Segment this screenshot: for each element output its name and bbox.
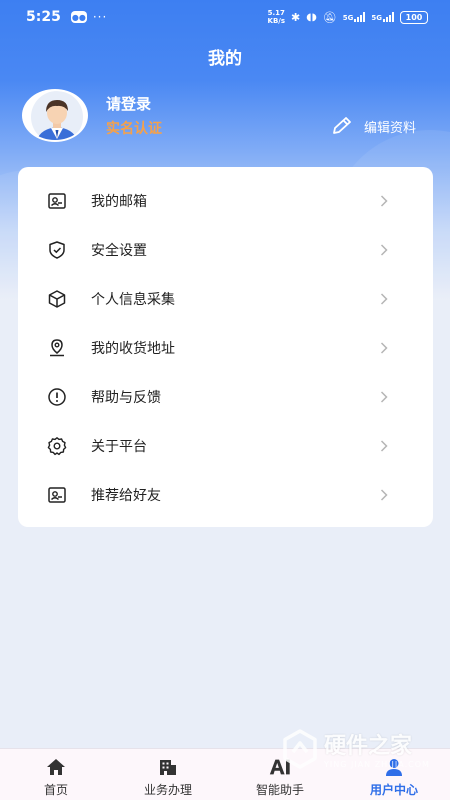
tab-business[interactable]: 业务办理 (112, 749, 224, 800)
menu-item-label: 推荐给好友 (91, 487, 161, 504)
status-time: 5:25 (26, 9, 61, 25)
menu-item-security[interactable]: 安全设置 (18, 225, 433, 274)
mailbox-icon (46, 190, 68, 212)
menu-item-help-feedback[interactable]: 帮助与反馈 (18, 372, 433, 421)
mute-icon: 🔕︎ (322, 10, 337, 24)
tab-label: 用户中心 (369, 783, 418, 797)
battery-icon: 100 (400, 10, 428, 24)
user-card-icon (46, 484, 68, 506)
box-icon (46, 288, 68, 310)
menu-item-label: 我的邮箱 (91, 193, 147, 210)
menu-item-label: 关于平台 (91, 438, 147, 455)
menu-item-shipping-address[interactable]: 我的收货地址 (18, 323, 433, 372)
menu-item-label: 安全设置 (91, 242, 147, 259)
shield-check-icon (46, 239, 68, 261)
network-speed-unit: KB/s (267, 17, 286, 25)
exclamation-circle-icon (46, 386, 68, 408)
login-link[interactable]: 请登录 (106, 93, 151, 114)
edit-profile-label: 编辑资料 (364, 120, 417, 136)
bluetooth-icon: ✱ (291, 10, 301, 24)
pencil-icon (333, 117, 351, 134)
chevron-right-icon (378, 194, 390, 207)
home-icon (44, 756, 68, 778)
menu-card: 我的邮箱 安全设置 个人信息采集 我的收货地址 帮助与反馈 关于平台 推荐给好友 (18, 167, 433, 527)
tab-label: 业务办理 (143, 783, 192, 797)
network-speed-value: 5.17 (267, 9, 285, 17)
signal-1-label: 5G (342, 14, 354, 22)
menu-item-label: 个人信息采集 (91, 291, 175, 308)
page-title: 我的 (208, 49, 242, 69)
menu-item-mailbox[interactable]: 我的邮箱 (18, 176, 433, 225)
wechat-icon: ●● (70, 11, 87, 23)
signal-2-icon: 5G (371, 12, 394, 22)
avatar[interactable] (22, 89, 88, 142)
tab-label: 智能助手 (255, 783, 304, 797)
real-name-verify-link[interactable]: 实名认证 (106, 118, 162, 138)
chevron-right-icon (378, 390, 390, 403)
signal-2-label: 5G (371, 14, 382, 22)
watermark: 硬件之家 YING JIAN ZHIJIA.COM (282, 728, 430, 769)
more-notifications-icon: ··· (92, 10, 108, 24)
location-pin-icon (46, 337, 68, 359)
menu-item-recommend-friends[interactable]: 推荐给好友 (18, 470, 433, 519)
building-icon (156, 756, 180, 778)
chevron-right-icon (378, 243, 390, 256)
menu-item-about-platform[interactable]: 关于平台 (18, 421, 433, 470)
battery-level: 100 (405, 12, 423, 22)
menu-item-personal-info[interactable]: 个人信息采集 (18, 274, 433, 323)
earbuds-icon: ◖◗ (306, 11, 317, 23)
chevron-right-icon (378, 439, 390, 452)
chevron-right-icon (378, 292, 390, 305)
menu-item-label: 帮助与反馈 (91, 389, 161, 406)
network-speed: 5.17 KB/s (268, 9, 285, 25)
signal-1-icon: 5G (343, 12, 366, 22)
status-bar: 5:25 ●● ··· 5.17 KB/s ✱ ◖◗ 🔕︎ 5G 5G 100 (0, 0, 450, 34)
status-indicators: 5.17 KB/s ✱ ◖◗ 🔕︎ 5G 5G 100 (268, 9, 428, 25)
edit-profile-button[interactable]: 编辑资料 (330, 116, 416, 136)
chevron-right-icon (378, 488, 390, 501)
chevron-right-icon (378, 341, 390, 354)
tab-home[interactable]: 首页 (0, 749, 112, 800)
watermark-title: 硬件之家 (324, 734, 413, 759)
watermark-subtitle: YING JIAN ZHIJIA.COM (324, 760, 430, 769)
menu-item-label: 我的收货地址 (91, 340, 175, 357)
tab-label: 首页 (43, 783, 68, 797)
gear-icon (46, 435, 68, 457)
watermark-logo-icon (283, 728, 317, 769)
